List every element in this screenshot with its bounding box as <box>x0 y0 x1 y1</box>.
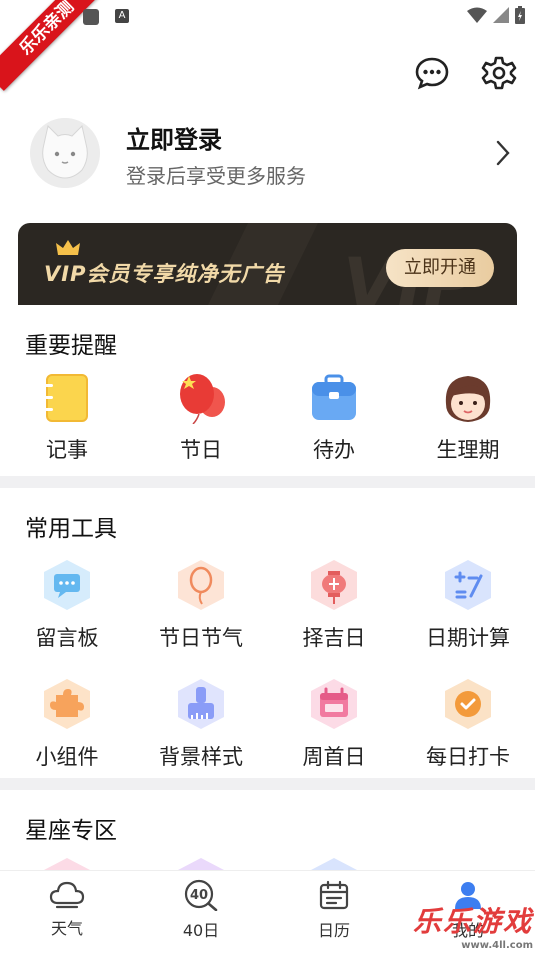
message-icon <box>415 57 449 90</box>
section-divider <box>0 778 535 790</box>
login-title[interactable]: 立即登录 <box>126 120 222 155</box>
notebook-icon <box>45 374 88 422</box>
cat-avatar-icon <box>30 118 100 188</box>
vip-banner[interactable]: VIP VIP会员专享纯净无广告 立即开通 <box>18 223 517 305</box>
briefcase-icon <box>312 374 356 420</box>
zodiac-title: 星座专区 <box>25 818 117 844</box>
settings-icon <box>481 56 517 90</box>
reminder-item-todo[interactable]: 待办 <box>267 372 401 464</box>
reminder-label: 节日 <box>180 438 222 462</box>
reminder-label: 待办 <box>313 438 355 462</box>
tool-label: 周首日 <box>302 745 366 769</box>
reminders-title: 重要提醒 <box>25 333 117 359</box>
login-row[interactable]: 立即登录 登录后享受更多服务 <box>30 118 510 190</box>
tools-title: 常用工具 <box>25 516 117 542</box>
tool-item-daily-checkin[interactable]: 每日打卡 <box>401 677 535 771</box>
tab-label: 40日 <box>182 921 220 940</box>
settings-button[interactable] <box>481 55 517 91</box>
reminder-item-notes[interactable]: 记事 <box>0 372 134 464</box>
login-subtitle: 登录后享受更多服务 <box>126 164 306 188</box>
notification-icon <box>83 9 99 25</box>
signal-icon <box>493 7 509 23</box>
status-bar: 乐乐亲测 A <box>0 0 535 91</box>
reminder-item-period[interactable]: 生理期 <box>401 372 535 464</box>
reminder-label: 记事 <box>46 438 88 462</box>
tool-item-week-start[interactable]: 周首日 <box>267 677 401 771</box>
vip-activate-button[interactable]: 立即开通 <box>386 249 494 287</box>
brush-icon <box>178 679 224 729</box>
tool-item-background-style[interactable]: 背景样式 <box>134 677 268 771</box>
a-badge-icon: A <box>115 9 129 23</box>
tab-weather[interactable]: 天气 <box>0 879 134 939</box>
forty-day-icon: 40 <box>184 879 218 912</box>
balloon-outline-icon <box>178 560 224 610</box>
tool-item-auspicious-day[interactable]: 择吉日 <box>267 558 401 652</box>
message-board-icon <box>44 560 90 610</box>
puzzle-icon <box>44 679 90 729</box>
tool-label: 背景样式 <box>159 745 243 769</box>
crown-icon <box>56 240 80 255</box>
tab-label: 天气 <box>50 919 83 938</box>
tool-item-date-calculator[interactable]: 日期计算 <box>401 558 535 652</box>
tool-item-widgets[interactable]: 小组件 <box>0 677 134 771</box>
calculator-icon <box>445 560 491 610</box>
tool-label: 日期计算 <box>426 626 510 650</box>
bottom-tab-bar: 天气 40 40日 日历 我的 乐乐游戏 www.4ll.com <box>0 870 535 953</box>
avatar[interactable] <box>30 118 100 188</box>
chevron-right-icon[interactable] <box>496 140 510 166</box>
section-divider <box>0 476 535 488</box>
watermark-logo: 乐乐游戏 www.4ll.com <box>412 905 533 951</box>
message-button[interactable] <box>414 55 450 91</box>
reminder-label: 生理期 <box>436 438 500 462</box>
tool-item-message-board[interactable]: 留言板 <box>0 558 134 652</box>
cloud-icon <box>49 881 85 909</box>
calendar-tab-icon <box>319 880 349 910</box>
tool-label: 节日节气 <box>159 626 243 650</box>
tool-item-festival-solar-terms[interactable]: 节日节气 <box>134 558 268 652</box>
tool-label: 择吉日 <box>302 626 366 650</box>
calendar-icon <box>311 679 357 729</box>
tab-40-day[interactable]: 40 40日 <box>134 879 268 941</box>
system-icons <box>467 6 525 24</box>
balloon-icon <box>180 374 225 425</box>
girl-face-icon <box>445 376 491 422</box>
tool-label: 小组件 <box>35 745 99 769</box>
tool-label: 留言板 <box>35 626 99 650</box>
vip-promo-text: VIP会员专享纯净无广告 <box>44 262 285 286</box>
reminder-item-festival[interactable]: 节日 <box>134 372 268 464</box>
svg-text:40: 40 <box>190 888 208 903</box>
tool-label: 每日打卡 <box>426 745 510 769</box>
tab-calendar[interactable]: 日历 <box>267 879 401 941</box>
checkin-icon <box>445 679 491 729</box>
tab-label: 日历 <box>317 921 350 940</box>
lantern-icon <box>311 560 357 610</box>
battery-icon <box>515 6 525 24</box>
wifi-icon <box>467 7 487 23</box>
